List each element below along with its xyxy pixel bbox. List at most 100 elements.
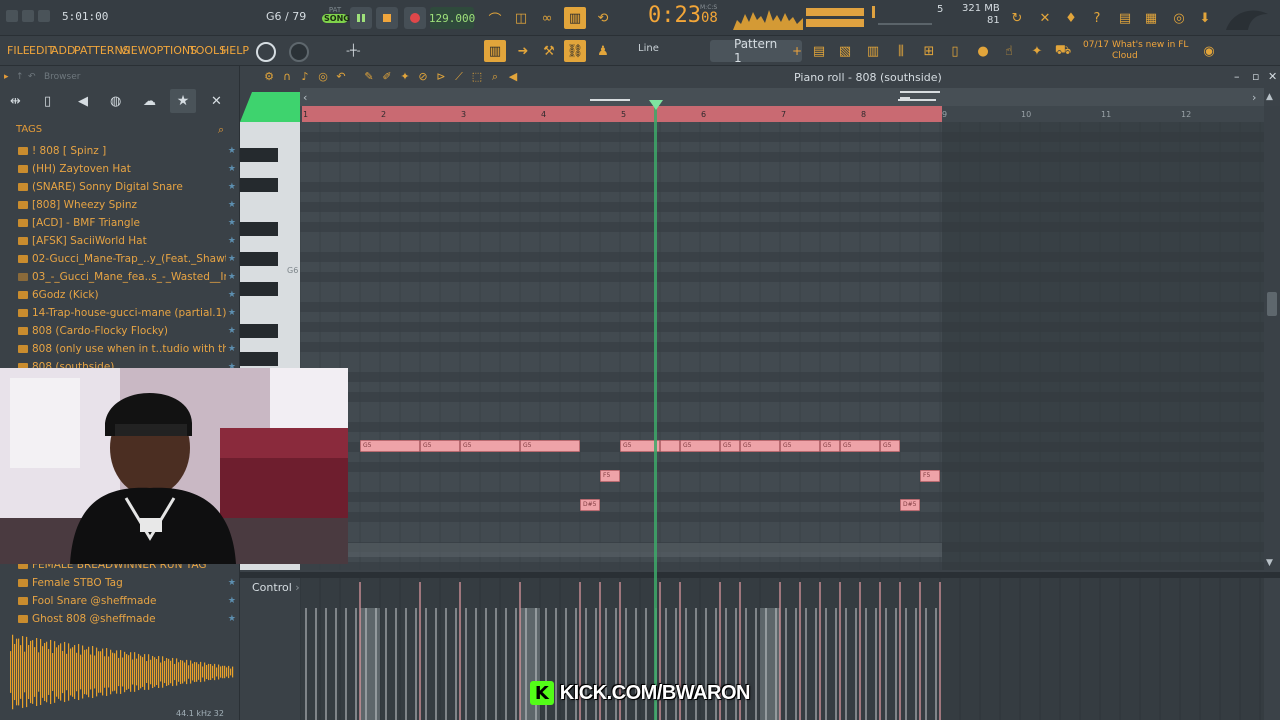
browser-item[interactable]: 02-Gucci_Mane-Trap_..y_(Feat._Shawty_Lo)…	[0, 250, 236, 268]
browser-icon[interactable]: ▯	[944, 40, 966, 62]
note[interactable]: G5	[740, 440, 780, 452]
black-key[interactable]	[240, 178, 278, 192]
star-icon[interactable]: ★	[228, 200, 236, 210]
note-grid[interactable]	[300, 122, 1264, 570]
scroll-up-icon[interactable]: ▲	[1266, 92, 1273, 102]
scroll-left-icon[interactable]: ‹	[303, 91, 307, 104]
search-icon[interactable]: ⌕	[218, 123, 224, 137]
cart-icon[interactable]: ⛟	[1052, 40, 1074, 62]
browser-item[interactable]: [AFSK] SaciiWorld Hat ★	[0, 232, 236, 250]
star-icon[interactable]: ★	[228, 272, 236, 282]
note[interactable]: G5	[720, 440, 740, 452]
note[interactable]: G5	[820, 440, 840, 452]
browser-item[interactable]: [ACD] - BMF Triangle ★	[0, 214, 236, 232]
black-key[interactable]	[240, 324, 278, 338]
fruit-icon[interactable]: ✦	[1026, 40, 1048, 62]
magnet-icon[interactable]: ∩	[280, 70, 294, 84]
browser-item[interactable]: 808 (Cardo-Flocky Flocky) ★	[0, 322, 236, 340]
black-key[interactable]	[240, 352, 278, 366]
add-pattern-icon[interactable]: +	[792, 44, 802, 58]
plugin-picker-icon[interactable]: ⊞	[918, 40, 940, 62]
countdown-icon[interactable]: ∞	[536, 7, 558, 29]
menu-help[interactable]: HELP	[221, 44, 249, 57]
plugin-icon[interactable]: ▦	[1140, 7, 1162, 29]
vertical-scroll-thumb[interactable]	[1267, 292, 1277, 316]
pr-maximize-icon[interactable]: ▫	[1252, 70, 1259, 83]
microphone-icon[interactable]: ♦	[1060, 7, 1082, 29]
browser-item[interactable]: Ghost 808 @sheffmade ★	[0, 610, 236, 628]
vertical-scrollbar[interactable]	[1264, 106, 1280, 570]
browser-item[interactable]: ! 808 [ Spinz ] ★	[0, 142, 236, 160]
delete-icon[interactable]: ⊘	[416, 70, 430, 84]
note[interactable]: D#5	[900, 499, 920, 511]
slice-icon[interactable]: ⟋	[452, 70, 466, 84]
browser-item[interactable]: 03_-_Gucci_Mane_fea..s_-_Wasted__Instr_1…	[0, 268, 236, 286]
undo-icon[interactable]: ↶	[334, 70, 348, 84]
arrow-right-icon[interactable]: ➜	[512, 40, 534, 62]
snap-selector[interactable]: Line	[622, 43, 692, 59]
step-edit-icon[interactable]: ▥	[564, 7, 586, 29]
bulb-icon[interactable]: ●	[972, 40, 994, 62]
link-icon[interactable]: ⛓	[564, 40, 586, 62]
pat-song-toggle[interactable]: PAT SONG	[322, 6, 350, 30]
master-pitch-slider[interactable]	[872, 6, 932, 30]
close-icon[interactable]: ✕	[211, 94, 222, 109]
pencil-icon[interactable]: ✎	[362, 70, 376, 84]
globe-icon[interactable]: ◉	[1198, 40, 1220, 62]
star-icon[interactable]: ★	[228, 290, 236, 300]
note[interactable]	[660, 440, 680, 452]
browser-item[interactable]: 14-Trap-house-gucci-mane (partial.1)_2 ★	[0, 304, 236, 322]
scroll-right-icon[interactable]: ›	[1252, 91, 1256, 104]
note[interactable]: D#5	[580, 499, 600, 511]
playlist-icon[interactable]: ▤	[808, 40, 830, 62]
playhead-line[interactable]	[654, 106, 657, 720]
loop-record-icon[interactable]: ⟲	[592, 7, 614, 29]
cpu-knob-icon[interactable]	[255, 41, 277, 63]
star-icon[interactable]: ★	[228, 596, 236, 606]
note[interactable]: G5	[520, 440, 580, 452]
file-icon[interactable]: ▯	[44, 94, 51, 109]
restore-icon[interactable]	[22, 10, 34, 22]
browser-item[interactable]: Female STBO Tag ★	[0, 574, 236, 592]
pattern-selector[interactable]: Pattern 1 +	[710, 37, 802, 65]
note[interactable]: G5	[780, 440, 820, 452]
news-text[interactable]: What's new in FL Cloud	[1112, 40, 1202, 62]
paint-icon[interactable]: ✐	[380, 70, 394, 84]
help-icon[interactable]: ?	[1086, 7, 1108, 29]
touch-icon[interactable]: ☝	[998, 40, 1020, 62]
browser-item[interactable]: (HH) Zaytoven Hat ★	[0, 160, 236, 178]
star-icon[interactable]: ★	[228, 164, 236, 174]
black-key[interactable]	[240, 148, 278, 162]
control-selector[interactable]: Control ›	[240, 578, 300, 598]
note[interactable]: G5	[360, 440, 420, 452]
mixer-icon[interactable]: ▥	[862, 40, 884, 62]
brush-icon[interactable]: ⚒	[538, 40, 560, 62]
zoom-area[interactable]	[240, 88, 300, 122]
note[interactable]: G5	[840, 440, 880, 452]
star-icon[interactable]: ★	[170, 89, 196, 113]
wait-record-icon[interactable]: ◫	[510, 7, 532, 29]
star-icon[interactable]: ★	[228, 308, 236, 318]
star-icon[interactable]: ★	[228, 236, 236, 246]
star-icon[interactable]: ★	[228, 146, 236, 156]
piano-roll-icon[interactable]: ▥	[484, 40, 506, 62]
browser-up-icon[interactable]: ↑	[16, 72, 24, 82]
close-window-icon[interactable]	[38, 10, 50, 22]
chat-icon[interactable]: ◎	[1168, 7, 1190, 29]
black-key[interactable]	[240, 222, 278, 236]
star-icon[interactable]: ★	[228, 254, 236, 264]
menu-add[interactable]: ADD	[51, 44, 75, 57]
speaker-icon[interactable]: ◀	[78, 94, 88, 109]
browser-back-icon[interactable]: ↶	[28, 72, 36, 82]
tempo-display[interactable]: 129.000	[429, 7, 475, 29]
stop-button[interactable]	[376, 7, 398, 29]
black-key[interactable]	[240, 282, 278, 296]
mute-icon[interactable]: ⊳	[434, 70, 448, 84]
pr-minimize-icon[interactable]: –	[1234, 70, 1240, 83]
cloud-icon[interactable]: ☁	[143, 94, 156, 109]
select-icon[interactable]: ✦	[398, 70, 412, 84]
note[interactable]: F5	[920, 470, 940, 482]
velocity-lane[interactable]	[300, 578, 1264, 720]
star-icon[interactable]: ★	[228, 344, 236, 354]
plugin-db-icon[interactable]: ◍	[110, 94, 121, 109]
